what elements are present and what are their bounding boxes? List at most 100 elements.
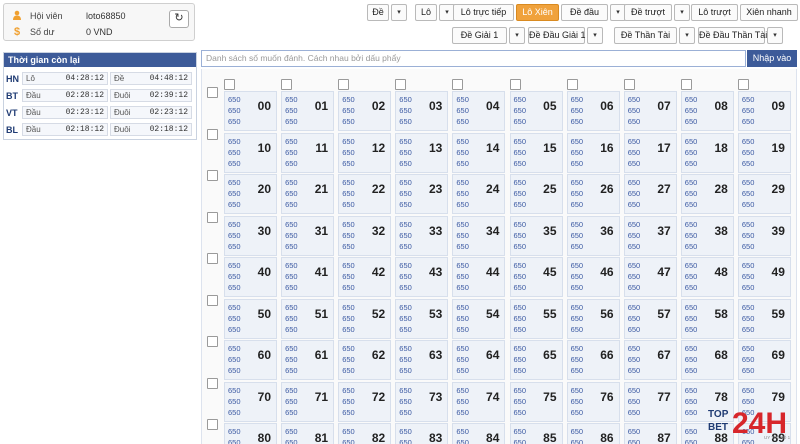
number-cell-47[interactable]: 650 650 650 47 <box>623 257 677 297</box>
number-cell-14[interactable]: 650 650 650 14 <box>452 132 506 173</box>
number-cell-10[interactable]: 650 650 650 10 <box>224 132 277 173</box>
column-checkbox[interactable] <box>395 79 407 90</box>
column-checkbox[interactable] <box>566 79 578 90</box>
number-cell-42[interactable]: 650 650 650 42 <box>338 257 392 297</box>
number-cell-32[interactable]: 650 650 650 32 <box>338 215 392 256</box>
number-cell-48[interactable]: 650 650 650 48 <box>680 257 734 297</box>
row-checkbox[interactable] <box>207 294 218 306</box>
number-cell-18[interactable]: 650 650 650 18 <box>680 132 734 173</box>
number-list-input[interactable]: Danh sách số muốn đánh. Cách nhau bởi dấ… <box>201 50 746 67</box>
number-cell-20[interactable]: 650 650 650 20 <box>224 174 277 214</box>
row-checkbox[interactable] <box>207 128 218 140</box>
number-cell-46[interactable]: 650 650 650 46 <box>566 257 620 297</box>
number-cell-02[interactable]: 650 650 650 02 <box>338 91 392 131</box>
number-cell-29[interactable]: 650 650 650 29 <box>737 174 791 214</box>
number-cell-26[interactable]: 650 650 650 26 <box>566 174 620 214</box>
number-cell-23[interactable]: 650 650 650 23 <box>395 174 449 214</box>
number-cell-40[interactable]: 650 650 650 40 <box>224 257 277 297</box>
number-cell-11[interactable]: 650 650 650 11 <box>281 132 335 173</box>
number-cell-34[interactable]: 650 650 650 34 <box>452 215 506 256</box>
number-cell-86[interactable]: 65065065086 <box>566 423 620 444</box>
number-cell-65[interactable]: 650 650 650 65 <box>509 340 563 380</box>
number-cell-54[interactable]: 650 650 650 54 <box>452 298 506 339</box>
number-cell-53[interactable]: 650 650 650 53 <box>395 298 449 339</box>
number-cell-72[interactable]: 650 650 650 72 <box>338 381 392 422</box>
row-checkbox[interactable] <box>207 211 218 223</box>
number-cell-70[interactable]: 650 650 650 70 <box>224 381 277 422</box>
number-cell-71[interactable]: 650 650 650 71 <box>281 381 335 422</box>
number-cell-73[interactable]: 650 650 650 73 <box>395 381 449 422</box>
number-cell-59[interactable]: 650 650 650 59 <box>737 298 791 339</box>
number-cell-43[interactable]: 650 650 650 43 <box>395 257 449 297</box>
chevron-down-icon[interactable]: ▾ <box>679 27 695 44</box>
number-cell-06[interactable]: 650 650 650 06 <box>566 91 620 131</box>
row-checkbox[interactable] <box>207 419 218 430</box>
number-cell-12[interactable]: 650 650 650 12 <box>338 132 392 173</box>
number-cell-62[interactable]: 650 650 650 62 <box>338 340 392 380</box>
number-cell-36[interactable]: 650 650 650 36 <box>566 215 620 256</box>
number-cell-66[interactable]: 650 650 650 66 <box>566 340 620 380</box>
tab-top-0[interactable]: Đề <box>367 4 389 21</box>
number-cell-38[interactable]: 650 650 650 38 <box>680 215 734 256</box>
number-cell-82[interactable]: 65065065082 <box>338 423 392 444</box>
number-cell-30[interactable]: 650 650 650 30 <box>224 215 277 256</box>
tab-top-4[interactable]: Đề đầu <box>561 4 608 21</box>
number-cell-00[interactable]: 650 650 650 00 <box>224 91 277 131</box>
number-cell-83[interactable]: 65065065083 <box>395 423 449 444</box>
tab-top-5[interactable]: Đề trượt <box>624 4 672 21</box>
row-checkbox[interactable] <box>207 253 218 264</box>
chevron-down-icon[interactable]: ▾ <box>767 27 783 44</box>
number-cell-61[interactable]: 650 650 650 61 <box>281 340 335 380</box>
number-cell-45[interactable]: 650 650 650 45 <box>509 257 563 297</box>
number-cell-87[interactable]: 65065065087 <box>623 423 677 444</box>
number-cell-80[interactable]: 65065065080 <box>224 423 277 444</box>
number-cell-31[interactable]: 650 650 650 31 <box>281 215 335 256</box>
number-cell-15[interactable]: 650 650 650 15 <box>509 132 563 173</box>
number-cell-19[interactable]: 650 650 650 19 <box>737 132 791 173</box>
row-checkbox[interactable] <box>207 87 218 98</box>
number-cell-08[interactable]: 650 650 650 08 <box>680 91 734 131</box>
number-cell-01[interactable]: 650 650 650 01 <box>281 91 335 131</box>
number-cell-63[interactable]: 650 650 650 63 <box>395 340 449 380</box>
number-cell-03[interactable]: 650 650 650 03 <box>395 91 449 131</box>
number-cell-17[interactable]: 650 650 650 17 <box>623 132 677 173</box>
number-cell-60[interactable]: 650 650 650 60 <box>224 340 277 380</box>
number-cell-35[interactable]: 650 650 650 35 <box>509 215 563 256</box>
tab-bottom-3[interactable]: Đề Đầu Thần Tài <box>698 27 767 44</box>
number-cell-64[interactable]: 650 650 650 64 <box>452 340 506 380</box>
chevron-down-icon[interactable]: ▾ <box>509 27 525 44</box>
column-checkbox[interactable] <box>338 79 350 90</box>
number-cell-50[interactable]: 650 650 650 50 <box>224 298 277 339</box>
number-cell-39[interactable]: 650 650 650 39 <box>737 215 791 256</box>
number-cell-84[interactable]: 65065065084 <box>452 423 506 444</box>
number-cell-22[interactable]: 650 650 650 22 <box>338 174 392 214</box>
number-cell-74[interactable]: 650 650 650 74 <box>452 381 506 422</box>
column-checkbox[interactable] <box>452 79 464 90</box>
column-checkbox[interactable] <box>509 79 521 90</box>
number-cell-13[interactable]: 650 650 650 13 <box>395 132 449 173</box>
column-checkbox[interactable] <box>623 79 635 90</box>
tab-top-7[interactable]: Xiên nhanh <box>740 4 798 21</box>
number-cell-69[interactable]: 650 650 650 69 <box>737 340 791 380</box>
number-cell-05[interactable]: 650 650 650 05 <box>509 91 563 131</box>
number-cell-44[interactable]: 650 650 650 44 <box>452 257 506 297</box>
number-cell-41[interactable]: 650 650 650 41 <box>281 257 335 297</box>
tab-top-3[interactable]: Lô Xiên <box>516 4 559 21</box>
column-checkbox[interactable] <box>737 79 749 90</box>
row-checkbox[interactable] <box>207 377 218 389</box>
chevron-down-icon[interactable]: ▾ <box>391 4 407 21</box>
number-cell-28[interactable]: 650 650 650 28 <box>680 174 734 214</box>
number-cell-27[interactable]: 650 650 650 27 <box>623 174 677 214</box>
number-cell-25[interactable]: 650 650 650 25 <box>509 174 563 214</box>
number-cell-57[interactable]: 650 650 650 57 <box>623 298 677 339</box>
number-cell-04[interactable]: 650 650 650 04 <box>452 91 506 131</box>
chevron-down-icon[interactable]: ▾ <box>587 27 603 44</box>
tab-top-2[interactable]: Lô trực tiếp <box>453 4 514 21</box>
row-checkbox[interactable] <box>207 336 218 347</box>
number-cell-49[interactable]: 650 650 650 49 <box>737 257 791 297</box>
tab-top-6[interactable]: Lô trượt <box>691 4 738 21</box>
number-cell-56[interactable]: 650 650 650 56 <box>566 298 620 339</box>
number-cell-51[interactable]: 650 650 650 51 <box>281 298 335 339</box>
tab-bottom-2[interactable]: Đề Thần Tài <box>614 27 677 44</box>
number-cell-07[interactable]: 650 650 650 07 <box>623 91 677 131</box>
